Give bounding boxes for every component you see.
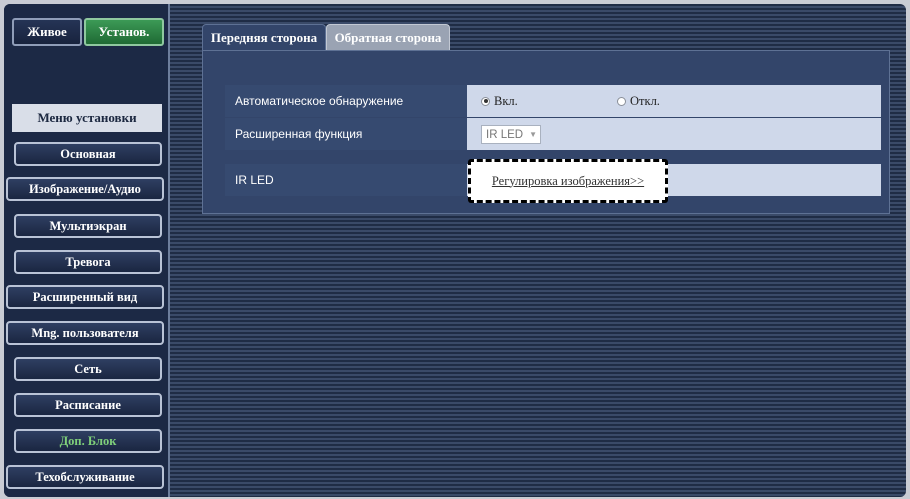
advanced-function-value: IR LED ▼ (467, 118, 881, 150)
auto-detect-label: Автоматическое обнаружение (225, 85, 467, 117)
image-adjust-highlight: Регулировка изображения>> (468, 159, 668, 203)
menu-item-user-mng[interactable]: Mng. пользователя (6, 321, 164, 345)
auto-detect-off-label: Откл. (630, 93, 660, 108)
advanced-function-label: Расширенная функция (225, 118, 467, 150)
advanced-function-selected: IR LED (486, 128, 524, 141)
menu-item-image-audio[interactable]: Изображение/Аудио (6, 177, 164, 201)
menu-item-maintenance[interactable]: Техобслуживание (6, 465, 164, 489)
menu-item-schedule[interactable]: Расписание (14, 393, 162, 417)
auto-detect-on-label: Вкл. (494, 93, 518, 108)
advanced-function-row: Расширенная функция IR LED ▼ (225, 118, 881, 150)
menu-item-ext-unit[interactable]: Доп. Блок (14, 429, 162, 453)
auto-detect-on-radio[interactable]: Вкл. (481, 85, 518, 117)
menu-title: Меню установки (12, 104, 162, 132)
menu-item-basic[interactable]: Основная (14, 142, 162, 166)
radio-checked-icon (481, 96, 490, 106)
auto-detect-value: Вкл. Откл. (467, 85, 881, 117)
advanced-function-select[interactable]: IR LED ▼ (481, 125, 541, 144)
tab-back-side[interactable]: Обратная сторона (326, 24, 450, 50)
sidebar: Живое Установ. Меню установки Основная И… (4, 4, 170, 497)
live-mode-button[interactable]: Живое (12, 18, 82, 46)
auto-detect-row: Автоматическое обнаружение Вкл. Откл. (225, 85, 881, 117)
tab-front-side[interactable]: Передняя сторона (202, 24, 326, 50)
image-adjust-link[interactable]: Регулировка изображения>> (492, 174, 644, 189)
app-frame: Живое Установ. Меню установки Основная И… (4, 4, 906, 497)
menu-item-alarm[interactable]: Тревога (14, 250, 162, 274)
menu-item-multiscreen[interactable]: Мультиэкран (14, 214, 162, 238)
radio-unchecked-icon (617, 96, 626, 106)
ir-led-label: IR LED (225, 164, 467, 196)
menu-item-network[interactable]: Сеть (14, 357, 162, 381)
chevron-down-icon: ▼ (529, 130, 537, 139)
auto-detect-off-radio[interactable]: Откл. (617, 85, 660, 117)
setup-mode-button[interactable]: Установ. (84, 18, 164, 46)
menu-item-advanced-view[interactable]: Расширенный вид (6, 285, 164, 309)
